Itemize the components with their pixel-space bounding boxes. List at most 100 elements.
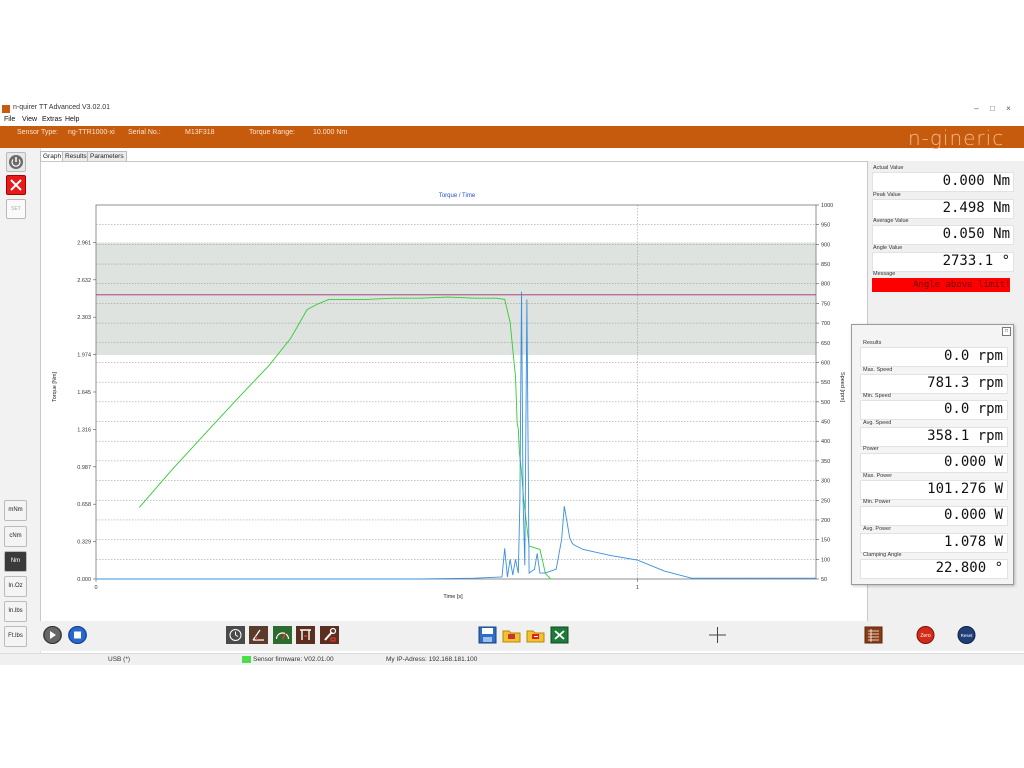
y-tick-label: 1.316 [77, 427, 91, 433]
left-toolbar: SET mNm cNm Nm In.Oz In.lbs Ft.lbs [0, 148, 41, 653]
y2-axis-label: Speed [rpm] [839, 372, 845, 402]
message-box: Angle above limit! [872, 278, 1010, 292]
results-window[interactable]: □ Results 0.0 rpm Max. Speed 781.3 rpm Min. … [851, 324, 1014, 585]
angle-value: 2733.1 ° [942, 253, 1010, 269]
x-icon [10, 179, 22, 191]
sensor-type-value: ng-TTR1000-xi [68, 129, 115, 136]
y-tick-label: 2.303 [77, 315, 91, 321]
angle-mode-button[interactable] [249, 626, 268, 644]
angle-icon [249, 626, 268, 644]
menu-help[interactable]: Help [65, 116, 79, 123]
timer-mode-button[interactable] [226, 626, 245, 644]
y2-tick-label: 450 [821, 420, 830, 426]
play-button[interactable] [43, 626, 62, 644]
y2-tick-label: 50 [821, 577, 827, 583]
crosshair-button[interactable] [708, 626, 727, 644]
x-tick-label: 0 [94, 585, 97, 591]
sensor-type-label: Sensor Type: [17, 129, 59, 136]
result-label: Clamping Angle [863, 552, 902, 558]
result-value: 0.000 W [943, 507, 1003, 523]
save-button[interactable] [478, 626, 497, 644]
speed-mode-button[interactable] [273, 626, 292, 644]
crosshair-icon [709, 627, 726, 643]
stop-record-button[interactable] [68, 626, 87, 644]
y2-tick-label: 600 [821, 360, 830, 366]
y2-tick-label: 300 [821, 479, 830, 485]
tab-parameters[interactable]: Parameters [87, 151, 127, 161]
result-value: 781.3 rpm [927, 374, 1003, 391]
play-icon [43, 626, 62, 644]
y2-tick-label: 550 [821, 380, 830, 386]
y2-tick-label: 650 [821, 341, 830, 347]
result-label: Avg. Speed [863, 419, 892, 426]
stop-button[interactable] [6, 175, 26, 195]
graph-pane: Torque / Time Torque [Nm] Speed [rpm] Ti… [40, 161, 868, 623]
message-text: Angle above limit! [913, 280, 1010, 290]
y2-tick-label: 800 [821, 282, 830, 288]
torque-time-chart[interactable]: Torque / Time Torque [Nm] Speed [rpm] Ti… [41, 162, 867, 622]
y2-tick-label: 750 [821, 301, 830, 307]
window-title: n-quirer TT Advanced V3.02.01 [13, 104, 111, 111]
x-tick-label: 1 [636, 585, 639, 591]
status-bar: USB (*) Sensor firmware: V02.01.00 My IP… [0, 653, 1024, 665]
serial-label: Serial No.: [128, 129, 161, 136]
y2-tick-label: 900 [821, 242, 830, 248]
serial-value: M13F318 [185, 129, 215, 136]
menu-view[interactable]: View [22, 116, 37, 123]
excel-export-button[interactable] [550, 626, 569, 644]
clamp-mode-button[interactable] [296, 626, 315, 644]
excel-icon [550, 626, 569, 644]
y2-tick-label: 400 [821, 439, 830, 445]
y2-tick-label: 850 [821, 262, 830, 268]
y2-tick-label: 250 [821, 498, 830, 504]
unit-inlbs-button[interactable]: In.lbs [4, 601, 27, 622]
ip-address: My IP-Adress: 192.168.181.100 [386, 656, 478, 663]
zero-icon: Zero [916, 626, 935, 644]
stop-icon [68, 626, 87, 644]
open-folder-button[interactable] [502, 626, 521, 644]
svg-text:Zero: Zero [920, 633, 931, 639]
unit-cnm-button[interactable]: cNm [4, 526, 27, 547]
firmware-status-indicator [242, 656, 251, 663]
actual-value-label: Actual Value [873, 165, 904, 171]
tab-results[interactable]: Results [62, 151, 90, 161]
wrench-mode-button[interactable] [320, 626, 339, 644]
menu-extras[interactable]: Extras [42, 116, 62, 123]
y2-tick-label: 950 [821, 223, 830, 229]
set-button[interactable]: SET [6, 199, 26, 219]
export-folder-button[interactable] [526, 626, 545, 644]
y2-tick-label: 200 [821, 518, 830, 524]
chart-title: Torque / Time [439, 193, 476, 199]
minimize-icon[interactable]: – [972, 104, 981, 113]
gauge-icon [273, 626, 292, 644]
power-button[interactable] [6, 152, 26, 172]
unit-ftlbs-button[interactable]: Ft.lbs [4, 626, 27, 647]
result-value: 0.000 W [943, 454, 1003, 470]
y2-tick-label: 100 [821, 557, 830, 563]
close-icon[interactable]: × [1004, 104, 1013, 113]
result-value: 22.800 ° [935, 560, 1003, 576]
y-tick-label: 0.329 [77, 540, 91, 546]
unit-nm-button[interactable]: Nm [4, 551, 27, 572]
average-value: 0.050 Nm [942, 226, 1010, 242]
unit-inoz-button[interactable]: In.Oz [4, 576, 27, 597]
table-view-button[interactable] [864, 626, 883, 644]
menu-file[interactable]: File [4, 116, 15, 123]
y-tick-label: 0.000 [77, 577, 91, 583]
y-axis-label: Torque [Nm] [52, 372, 58, 402]
table-icon [864, 626, 883, 644]
svg-text:Reset: Reset [961, 633, 974, 638]
result-value: 358.1 rpm [927, 427, 1003, 444]
firmware-status: Sensor firmware: V02.01.00 [253, 656, 334, 663]
y2-tick-label: 150 [821, 538, 830, 544]
folder-export-icon [526, 630, 545, 643]
y-tick-label: 2.632 [77, 278, 91, 284]
result-value: 0.0 rpm [943, 401, 1003, 417]
result-label: Power [863, 446, 879, 452]
result-value: 1.078 W [943, 533, 1003, 550]
zero-button[interactable]: Zero [916, 626, 935, 644]
unit-mnm-button[interactable]: mNm [4, 500, 27, 521]
restore-icon[interactable]: □ [1002, 327, 1011, 336]
reset-button[interactable]: Reset [957, 626, 976, 644]
maximize-icon[interactable]: □ [988, 104, 997, 113]
